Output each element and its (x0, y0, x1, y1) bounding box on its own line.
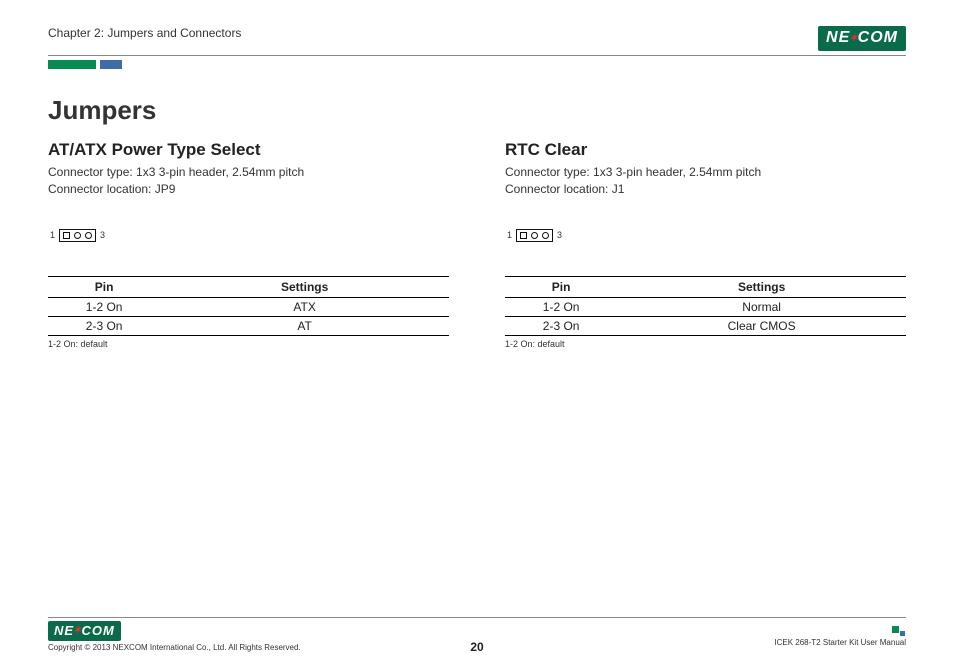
accent-green (48, 60, 96, 69)
logo-text-pre: NE (54, 623, 74, 638)
footer-bar: NE✶COM Copyright © 2013 NEXCOM Internati… (48, 617, 906, 652)
pin-circle-icon (542, 232, 549, 239)
pin-square-icon (520, 232, 527, 239)
table-row: 1-2 On ATX (48, 297, 449, 316)
th-pin: Pin (48, 276, 160, 297)
page-title: Jumpers (48, 95, 906, 126)
cell-setting: Clear CMOS (617, 316, 906, 335)
pin-square-icon (63, 232, 70, 239)
th-settings: Settings (160, 276, 449, 297)
cell-pin: 1-2 On (48, 297, 160, 316)
page-footer: NE✶COM Copyright © 2013 NEXCOM Internati… (48, 617, 906, 652)
table-note: 1-2 On: default (48, 339, 449, 349)
connector-location: Connector location: JP9 (48, 181, 449, 198)
logo-text-pre: NE (826, 29, 850, 47)
footer-logo: NE✶COM (48, 621, 301, 641)
pin-circle-icon (531, 232, 538, 239)
pin-diagram: 1 3 (507, 229, 906, 242)
pin-box-icon (516, 229, 553, 242)
manual-name: ICEK 268-T2 Starter Kit User Manual (774, 638, 906, 647)
logo-text-post: COM (81, 623, 114, 638)
cell-pin: 2-3 On (48, 316, 160, 335)
table-row: 1-2 On Normal (505, 297, 906, 316)
brand-logo-box: NE✶COM (818, 26, 906, 51)
cell-pin: 2-3 On (505, 316, 617, 335)
content-columns: AT/ATX Power Type Select Connector type:… (48, 140, 906, 349)
section-title: AT/ATX Power Type Select (48, 140, 449, 160)
copyright-text: Copyright © 2013 NEXCOM International Co… (48, 643, 301, 652)
pin-circle-icon (85, 232, 92, 239)
page-number: 20 (470, 640, 483, 654)
footer-right: ICEK 268-T2 Starter Kit User Manual (774, 626, 906, 647)
pin-label-right: 3 (557, 230, 562, 240)
cell-setting: ATX (160, 297, 449, 316)
pin-label-right: 3 (100, 230, 105, 240)
pin-box-icon (59, 229, 96, 242)
section-title: RTC Clear (505, 140, 906, 160)
settings-table: Pin Settings 1-2 On ATX 2-3 On AT (48, 276, 449, 336)
cell-setting: AT (160, 316, 449, 335)
table-row: 2-3 On Clear CMOS (505, 316, 906, 335)
cell-pin: 1-2 On (505, 297, 617, 316)
th-pin: Pin (505, 276, 617, 297)
page-header: Chapter 2: Jumpers and Connectors NE✶COM (48, 26, 906, 56)
connector-type: Connector type: 1x3 3-pin header, 2.54mm… (505, 164, 906, 181)
connector-type: Connector type: 1x3 3-pin header, 2.54mm… (48, 164, 449, 181)
chapter-title: Chapter 2: Jumpers and Connectors (48, 26, 241, 40)
footer-left: NE✶COM Copyright © 2013 NEXCOM Internati… (48, 621, 301, 652)
brand-logo: NE✶COM (818, 26, 906, 51)
section-description: Connector type: 1x3 3-pin header, 2.54mm… (48, 164, 449, 199)
section-rtc: RTC Clear Connector type: 1x3 3-pin head… (505, 140, 906, 349)
pin-circle-icon (74, 232, 81, 239)
pin-diagram: 1 3 (50, 229, 449, 242)
logo-star-icon: ✶ (73, 625, 82, 636)
accent-blue (100, 60, 122, 69)
settings-table: Pin Settings 1-2 On Normal 2-3 On Clear … (505, 276, 906, 336)
section-description: Connector type: 1x3 3-pin header, 2.54mm… (505, 164, 906, 199)
table-note: 1-2 On: default (505, 339, 906, 349)
section-atx: AT/ATX Power Type Select Connector type:… (48, 140, 449, 349)
pin-label-left: 1 (507, 230, 512, 240)
pin-label-left: 1 (50, 230, 55, 240)
logo-text-post: COM (858, 29, 898, 47)
table-row: 2-3 On AT (48, 316, 449, 335)
cell-setting: Normal (617, 297, 906, 316)
accent-strip (48, 60, 906, 69)
connector-location: Connector location: J1 (505, 181, 906, 198)
logo-star-icon: ✶ (849, 33, 858, 44)
brand-logo-box: NE✶COM (48, 621, 121, 641)
corner-mark-icon (892, 626, 906, 636)
th-settings: Settings (617, 276, 906, 297)
